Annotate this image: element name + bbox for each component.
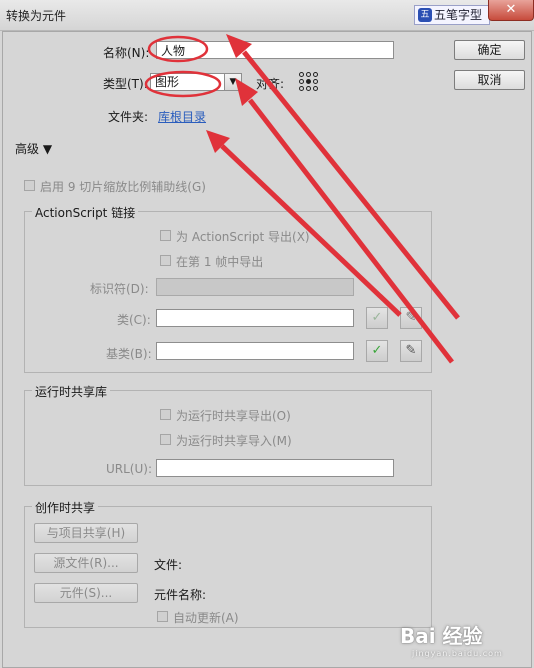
- class-label: 类(C):: [117, 313, 151, 327]
- pencil-icon: ✎: [405, 343, 417, 358]
- type-select[interactable]: 图形 ▼: [150, 73, 242, 91]
- symbol-button[interactable]: 元件(S)...: [34, 583, 138, 603]
- baidu-watermark: Bai 经验 jingyan.baidu.com: [400, 620, 503, 658]
- title-bar: 转换为元件 五五笔字型 ✕: [0, 0, 534, 31]
- identifier-label: 标识符(D):: [90, 282, 149, 296]
- edit-base-class-button[interactable]: ✎: [400, 340, 422, 362]
- nine-slice-label: 启用 9 切片缩放比例辅助线(G): [40, 180, 206, 194]
- nine-slice-checkbox[interactable]: [24, 180, 35, 191]
- auto-update-label: 自动更新(A): [173, 611, 239, 625]
- ime-label: 五笔字型: [434, 8, 483, 22]
- validate-base-class-button[interactable]: ✓: [366, 340, 388, 362]
- check-icon: ✓: [371, 310, 383, 325]
- window-title: 转换为元件: [6, 9, 67, 23]
- base-class-label: 基类(B):: [106, 347, 152, 361]
- source-file-button[interactable]: 源文件(R)...: [34, 553, 138, 573]
- url-input[interactable]: [156, 459, 394, 477]
- registration-point[interactable]: [313, 72, 318, 77]
- registration-point[interactable]: [306, 79, 311, 84]
- registration-point[interactable]: [313, 86, 318, 91]
- registration-point[interactable]: [299, 86, 304, 91]
- ime-logo-icon: 五: [418, 8, 432, 22]
- auto-update-checkbox[interactable]: [157, 611, 168, 622]
- url-label: URL(U):: [106, 462, 152, 476]
- pencil-icon: ✎: [405, 310, 417, 325]
- watermark-text: Bai 经验: [400, 624, 483, 648]
- registration-point[interactable]: [313, 79, 318, 84]
- runtime-import-label: 为运行时共享导入(M): [176, 434, 292, 448]
- runtime-import-checkbox[interactable]: [160, 434, 171, 445]
- registration-point[interactable]: [299, 72, 304, 77]
- share-with-project-button[interactable]: 与项目共享(H): [34, 523, 138, 543]
- folder-link[interactable]: 库根目录: [158, 108, 206, 125]
- registration-label: 对齐:: [256, 77, 285, 91]
- authortime-group-title: 创作时共享: [32, 499, 99, 516]
- folder-label: 文件夹:: [108, 110, 149, 124]
- cancel-button[interactable]: 取消: [454, 70, 525, 90]
- chevron-down-icon: ▼: [224, 74, 241, 90]
- base-class-input[interactable]: [156, 342, 354, 360]
- identifier-input[interactable]: [156, 278, 354, 296]
- actionscript-group-title: ActionScript 链接: [32, 204, 139, 221]
- symbol-name-label: 元件名称:: [154, 588, 207, 602]
- validate-class-button[interactable]: ✓: [366, 307, 388, 329]
- advanced-toggle[interactable]: 高级 ▼: [15, 140, 52, 157]
- close-icon[interactable]: ✕: [488, 0, 534, 21]
- runtime-group-title: 运行时共享库: [32, 383, 111, 400]
- registration-point[interactable]: [306, 72, 311, 77]
- runtime-export-checkbox[interactable]: [160, 409, 171, 420]
- registration-point[interactable]: [299, 79, 304, 84]
- registration-grid[interactable]: [299, 72, 318, 91]
- frame1-export-checkbox[interactable]: [160, 255, 171, 266]
- as-export-label: 为 ActionScript 导出(X): [176, 230, 310, 244]
- check-icon: ✓: [371, 343, 383, 358]
- ime-indicator[interactable]: 五五笔字型: [414, 5, 490, 25]
- edit-class-button[interactable]: ✎: [400, 307, 422, 329]
- watermark-url: jingyan.baidu.com: [412, 649, 503, 658]
- runtime-export-label: 为运行时共享导出(O): [176, 409, 291, 423]
- registration-point[interactable]: [306, 86, 311, 91]
- name-input[interactable]: 人物: [156, 41, 394, 59]
- name-label: 名称(N):: [103, 46, 150, 60]
- as-export-checkbox[interactable]: [160, 230, 171, 241]
- file-label: 文件:: [154, 558, 183, 572]
- class-input[interactable]: [156, 309, 354, 327]
- type-label: 类型(T):: [103, 77, 148, 91]
- ok-button[interactable]: 确定: [454, 40, 525, 60]
- type-select-value: 图形: [155, 75, 180, 89]
- frame1-export-label: 在第 1 帧中导出: [176, 255, 264, 269]
